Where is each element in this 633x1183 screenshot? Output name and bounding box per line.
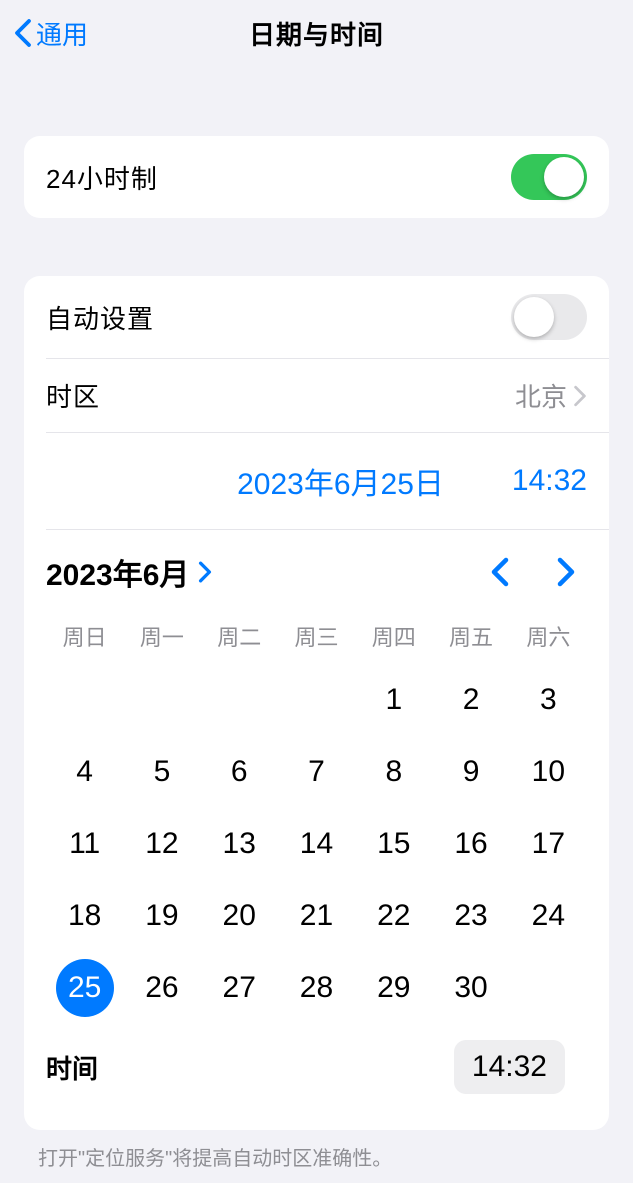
back-button[interactable]: 通用 — [6, 15, 88, 52]
chevron-left-icon — [12, 18, 34, 48]
day-cell[interactable]: 28 — [278, 952, 355, 1024]
day-cell[interactable]: 11 — [46, 808, 123, 880]
day-cell-empty — [510, 952, 587, 1024]
next-month-button[interactable] — [555, 557, 577, 587]
weekday-label: 周二 — [201, 620, 278, 652]
day-cell[interactable]: 12 — [123, 808, 200, 880]
24hour-toggle[interactable] — [511, 154, 587, 200]
selected-date[interactable]: 2023年6月25日 — [237, 459, 444, 503]
day-cell[interactable]: 30 — [432, 952, 509, 1024]
weekday-label: 周三 — [278, 620, 355, 652]
prev-month-button[interactable] — [489, 557, 511, 587]
day-cell[interactable]: 4 — [46, 736, 123, 808]
day-cell[interactable]: 3 — [510, 664, 587, 736]
day-cell[interactable]: 2 — [432, 664, 509, 736]
day-cell[interactable]: 26 — [123, 952, 200, 1024]
timezone-label: 时区 — [46, 377, 100, 414]
day-cell[interactable]: 17 — [510, 808, 587, 880]
day-cell-empty — [46, 664, 123, 736]
auto-set-label: 自动设置 — [46, 299, 154, 336]
day-cell[interactable]: 1 — [355, 664, 432, 736]
day-cell[interactable]: 9 — [432, 736, 509, 808]
day-cell[interactable]: 10 — [510, 736, 587, 808]
day-cell[interactable]: 18 — [46, 880, 123, 952]
weekday-label: 周五 — [432, 620, 509, 652]
day-cell[interactable]: 27 — [201, 952, 278, 1024]
day-cell[interactable]: 19 — [123, 880, 200, 952]
24hour-row: 24小时制 — [24, 136, 609, 218]
day-cell[interactable]: 24 — [510, 880, 587, 952]
day-cell[interactable]: 29 — [355, 952, 432, 1024]
selected-time[interactable]: 14:32 — [512, 464, 587, 498]
time-chip[interactable]: 14:32 — [454, 1040, 565, 1094]
chevron-right-icon — [197, 561, 213, 583]
timezone-value: 北京 — [515, 377, 567, 414]
day-cell[interactable]: 14 — [278, 808, 355, 880]
day-cell[interactable]: 25 — [46, 952, 123, 1024]
24hour-label: 24小时制 — [46, 159, 158, 196]
month-picker[interactable]: 2023年6月 — [46, 550, 213, 594]
day-cell[interactable]: 8 — [355, 736, 432, 808]
weekday-label: 周四 — [355, 620, 432, 652]
day-cell[interactable]: 5 — [123, 736, 200, 808]
auto-set-toggle[interactable] — [511, 294, 587, 340]
day-cell[interactable]: 13 — [201, 808, 278, 880]
weekday-label: 周日 — [46, 620, 123, 652]
back-label: 通用 — [36, 15, 88, 52]
time-label: 时间 — [46, 1049, 98, 1086]
day-cell[interactable]: 23 — [432, 880, 509, 952]
day-cell[interactable]: 21 — [278, 880, 355, 952]
timezone-row[interactable]: 时区 北京 — [46, 358, 609, 432]
selected-date-time-row: 2023年6月25日 14:32 — [46, 432, 609, 529]
footnote: 打开"定位服务"将提高自动时区准确性。 — [0, 1130, 633, 1171]
weekday-label: 周六 — [510, 620, 587, 652]
day-cell[interactable]: 20 — [201, 880, 278, 952]
calendar: 2023年6月 周日周一周二周三周四周五周六 12345678910111213… — [46, 529, 609, 1130]
auto-set-row: 自动设置 — [24, 276, 609, 358]
day-cell-empty — [278, 664, 355, 736]
day-cell[interactable]: 16 — [432, 808, 509, 880]
day-cell[interactable]: 7 — [278, 736, 355, 808]
chevron-right-icon — [573, 385, 587, 407]
day-cell[interactable]: 15 — [355, 808, 432, 880]
page-title: 日期与时间 — [0, 15, 633, 52]
day-cell[interactable]: 22 — [355, 880, 432, 952]
day-cell-empty — [201, 664, 278, 736]
month-label: 2023年6月 — [46, 550, 189, 594]
day-cell-empty — [123, 664, 200, 736]
day-cell[interactable]: 6 — [201, 736, 278, 808]
weekday-label: 周一 — [123, 620, 200, 652]
